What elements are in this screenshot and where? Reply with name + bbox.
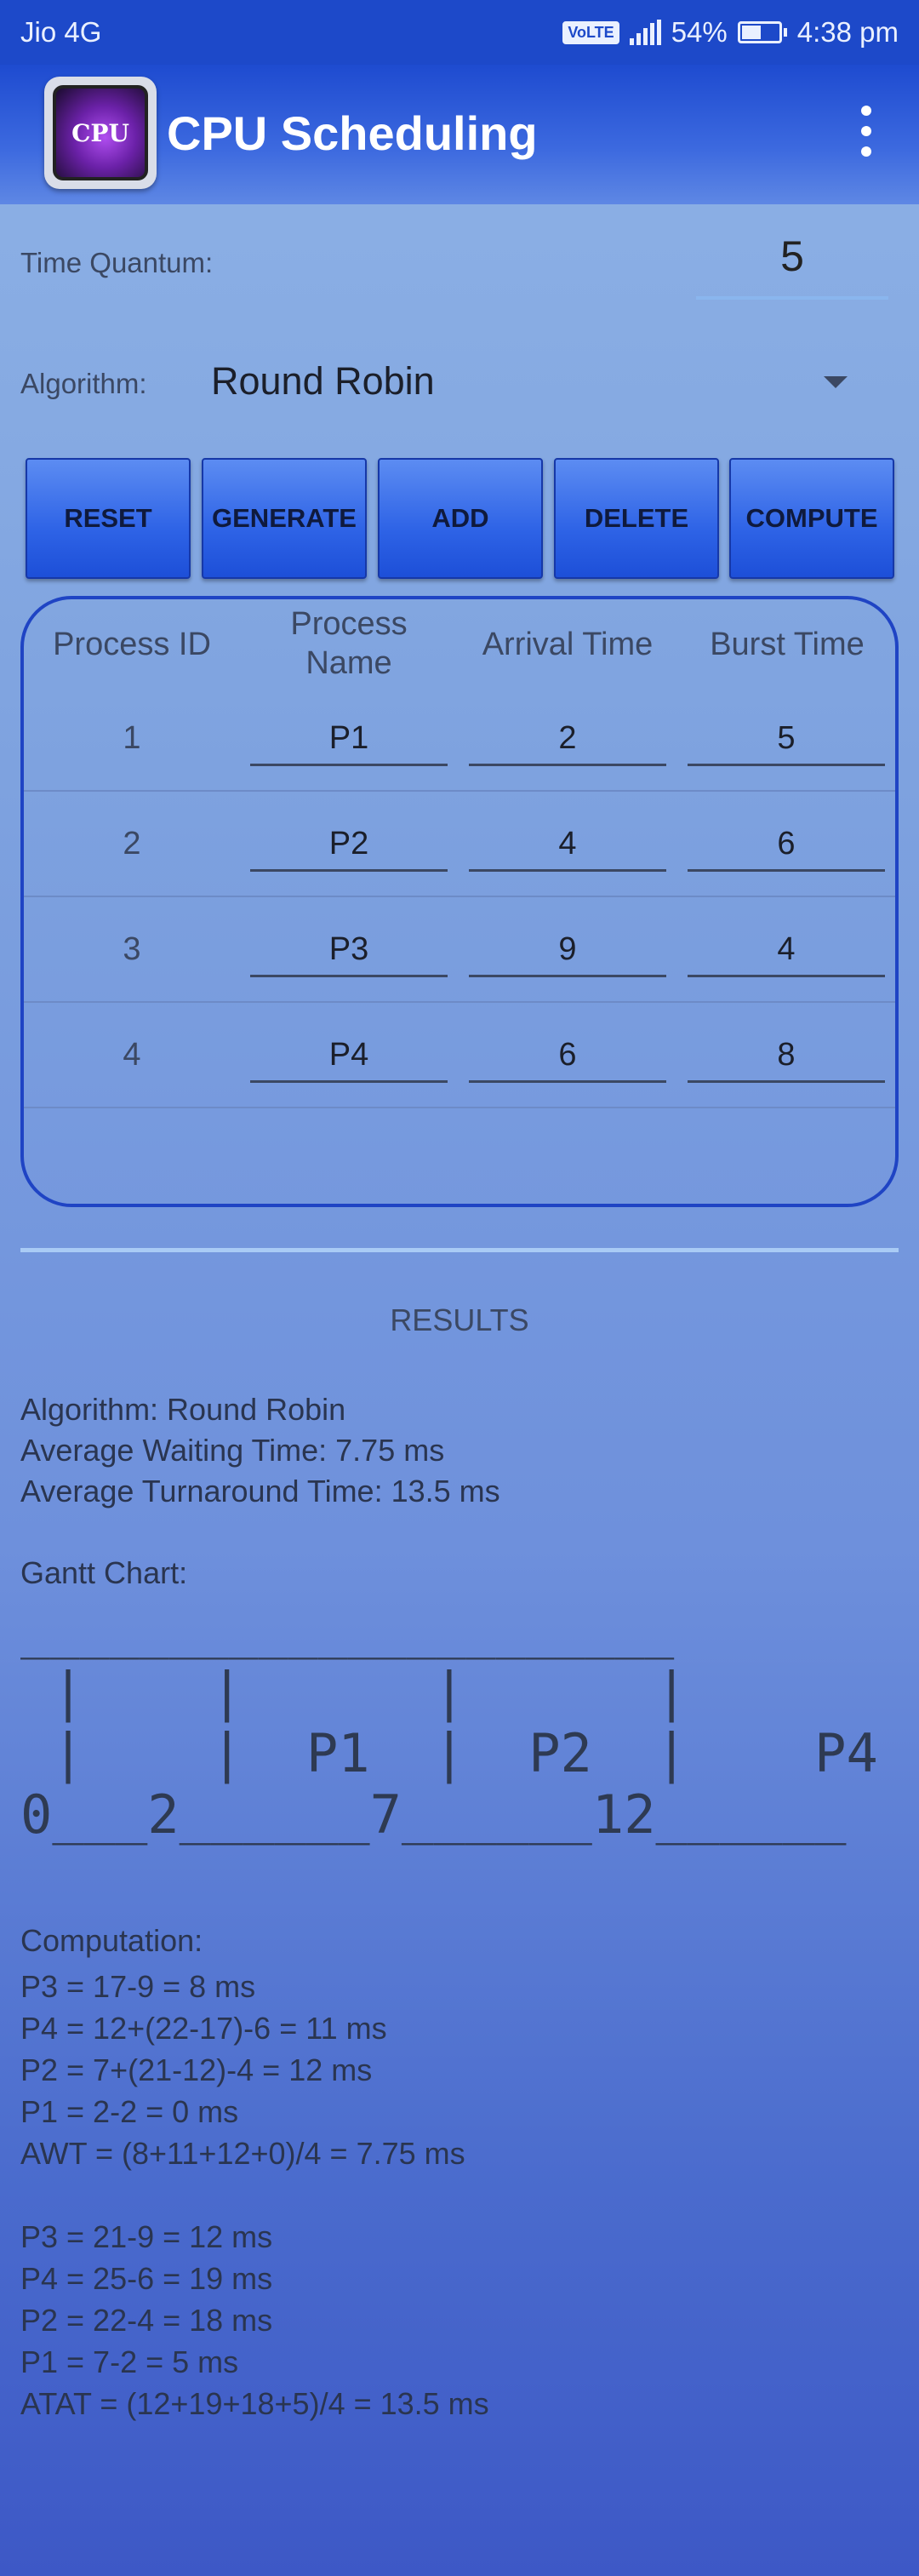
dropdown-arrow-icon[interactable]	[824, 376, 848, 388]
computation-line: P3 = 17-9 = 8 ms	[20, 1969, 256, 2004]
row-divider	[24, 790, 895, 792]
computation-line: P1 = 7-2 = 5 ms	[20, 2344, 239, 2379]
row-3-burst-input[interactable]: 4	[688, 928, 885, 977]
gantt-bar-line: | | | |	[20, 1661, 688, 1723]
row-3-id: 3	[123, 931, 141, 967]
header-process-name: Process Name	[247, 604, 451, 683]
computation-line: P4 = 25-6 = 19 ms	[20, 2261, 273, 2296]
battery-icon	[737, 21, 787, 43]
gantt-chart-label: Gantt Chart:	[20, 1555, 188, 1590]
gantt-time-line: 0___2______7______12______	[20, 1783, 847, 1846]
time-quantum-underline	[696, 296, 888, 300]
overflow-menu-icon[interactable]	[861, 106, 873, 157]
header-arrival-time: Arrival Time	[482, 627, 654, 662]
header-process-id: Process ID	[53, 627, 211, 662]
app-title: CPU Scheduling	[167, 106, 538, 160]
row-1-name-input[interactable]: P1	[250, 717, 448, 766]
computation-label: Computation:	[20, 1923, 203, 1958]
row-divider	[24, 1001, 895, 1003]
result-awt: Average Waiting Time: 7.75 ms	[20, 1433, 445, 1468]
status-bar: Jio 4G VoLTE 54% 4:38 pm	[0, 0, 919, 65]
app-bar: CPU CPU Scheduling	[0, 65, 919, 204]
row-divider	[24, 1107, 895, 1108]
header-burst-time: Burst Time	[710, 627, 865, 662]
time-quantum-input[interactable]: 5	[696, 232, 888, 281]
generate-button[interactable]: GENERATE	[202, 458, 367, 579]
algorithm-label: Algorithm:	[20, 368, 147, 399]
app-logo: CPU	[44, 77, 157, 189]
add-button[interactable]: ADD	[378, 458, 543, 579]
row-1-arrival-input[interactable]: 2	[469, 717, 666, 766]
row-4-name-input[interactable]: P4	[250, 1033, 448, 1083]
row-1-burst-input[interactable]: 5	[688, 717, 885, 766]
computation-line: ATAT = (12+19+18+5)/4 = 13.5 ms	[20, 2386, 489, 2421]
algorithm-select[interactable]: Round Robin	[211, 359, 435, 404]
result-att: Average Turnaround Time: 13.5 ms	[20, 1474, 500, 1508]
compute-button[interactable]: COMPUTE	[729, 458, 894, 579]
signal-icon	[629, 20, 661, 45]
process-table	[20, 596, 899, 1207]
gantt-process-line: | | P1 | P2 | P4	[20, 1722, 878, 1784]
result-algorithm: Algorithm: Round Robin	[20, 1392, 346, 1427]
row-3-arrival-input[interactable]: 9	[469, 928, 666, 977]
computation-line: P2 = 22-4 = 18 ms	[20, 2303, 273, 2338]
carrier-label: Jio 4G	[20, 16, 102, 48]
time-quantum-label: Time Quantum:	[20, 247, 214, 278]
cpu-chip-icon: CPU	[53, 85, 148, 180]
row-2-burst-input[interactable]: 6	[688, 822, 885, 872]
computation-line: P1 = 2-2 = 0 ms	[20, 2094, 239, 2129]
header-process-name-line1: Process	[290, 606, 408, 642]
row-2-id: 2	[123, 826, 141, 862]
computation-line: P4 = 12+(22-17)-6 = 11 ms	[20, 2011, 387, 2046]
delete-button[interactable]: DELETE	[554, 458, 719, 579]
computation-line: AWT = (8+11+12+0)/4 = 7.75 ms	[20, 2136, 465, 2171]
row-3-name-input[interactable]: P3	[250, 928, 448, 977]
row-4-id: 4	[123, 1037, 141, 1073]
results-title: RESULTS	[390, 1302, 529, 1337]
clock: 4:38 pm	[796, 16, 899, 48]
computation-line: P3 = 21-9 = 12 ms	[20, 2219, 273, 2254]
computation-line: P2 = 7+(21-12)-4 = 12 ms	[20, 2052, 373, 2087]
volte-icon: VoLTE	[562, 20, 619, 44]
section-divider	[20, 1248, 899, 1252]
row-4-arrival-input[interactable]: 6	[469, 1033, 666, 1083]
header-process-name-line2: Name	[305, 645, 392, 681]
row-1-id: 1	[123, 720, 141, 756]
row-4-burst-input[interactable]: 8	[688, 1033, 885, 1083]
battery-percent: 54%	[671, 16, 728, 48]
row-2-name-input[interactable]: P2	[250, 822, 448, 872]
reset-button[interactable]: RESET	[26, 458, 191, 579]
row-divider	[24, 896, 895, 897]
row-2-arrival-input[interactable]: 4	[469, 822, 666, 872]
gantt-top-line: ______________________	[20, 1602, 675, 1660]
